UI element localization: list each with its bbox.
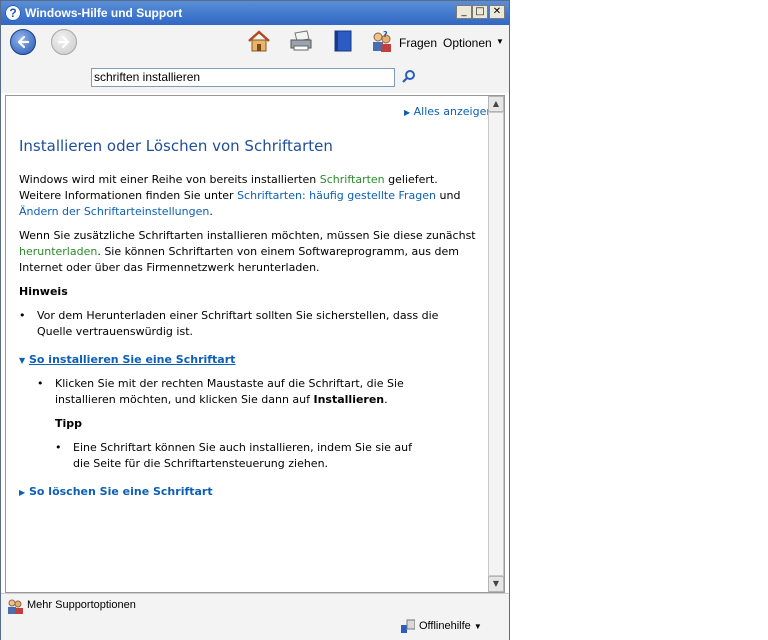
printer-icon[interactable] <box>289 29 313 53</box>
svg-text:?: ? <box>383 30 388 39</box>
vertical-scrollbar[interactable]: ▲ ▼ <box>488 96 504 592</box>
offline-help-icon <box>401 619 415 633</box>
scroll-down-button[interactable]: ▼ <box>488 576 504 592</box>
home-icon[interactable] <box>247 29 271 53</box>
search-input[interactable]: schriften installieren <box>91 68 395 87</box>
options-menu[interactable]: Optionen <box>443 36 492 50</box>
show-all-link[interactable]: ▶ Alles anzeigen <box>404 104 493 121</box>
chevron-right-icon: ▶ <box>19 488 26 497</box>
arrow-left-icon <box>17 35 30 49</box>
fonts-faq-link[interactable]: Schriftarten: häufig gestellte Fragen <box>237 189 436 202</box>
more-support-options-link[interactable]: Mehr Supportoptionen <box>27 599 136 611</box>
install-section-toggle[interactable]: ▼ So installieren Sie eine Schriftart <box>19 352 235 369</box>
bullet-icon: • <box>19 309 26 322</box>
delete-section-toggle[interactable]: ▶ So löschen Sie eine Schriftart <box>19 484 213 501</box>
options-chevron-down-icon[interactable]: ▼ <box>496 37 504 46</box>
change-font-settings-link[interactable]: Ändern der Schriftarteinstellungen <box>19 205 209 218</box>
back-button[interactable] <box>10 29 36 55</box>
scroll-up-button[interactable]: ▲ <box>488 96 504 112</box>
title-bar: ? Windows-Hilfe und Support _ □ ✕ <box>1 1 509 25</box>
ask-menu[interactable]: Fragen <box>399 36 437 50</box>
download-paragraph: Wenn Sie zusätzliche Schriftarten instal… <box>19 229 476 274</box>
maximize-button[interactable]: □ <box>472 5 488 19</box>
article-heading: Installieren oder Löschen von Schriftart… <box>19 137 333 155</box>
search-row: schriften installieren <box>1 63 509 93</box>
scroll-thumb[interactable] <box>488 112 504 576</box>
minimize-button[interactable]: _ <box>456 5 472 19</box>
support-people-icon <box>8 599 23 614</box>
chevron-right-icon: ▶ <box>404 108 411 117</box>
note-heading: Hinweis <box>19 285 68 298</box>
fonts-link[interactable]: Schriftarten <box>320 173 385 186</box>
ask-people-icon[interactable]: ? <box>369 29 393 53</box>
chevron-down-icon: ▼ <box>473 622 482 631</box>
intro-paragraph: Windows wird mit einer Reihe von bereits… <box>19 173 461 218</box>
note-list-item: • Vor dem Herunterladen einer Schriftart… <box>19 309 439 338</box>
close-button[interactable]: ✕ <box>489 5 505 19</box>
help-app-icon: ? <box>5 5 21 21</box>
search-icon[interactable] <box>401 69 417 85</box>
window-title: Windows-Hilfe und Support <box>25 6 183 20</box>
chevron-down-icon: ▼ <box>19 356 26 365</box>
status-bar: Mehr Supportoptionen Offlinehilfe ▼ <box>1 593 509 640</box>
browse-help-book-icon[interactable] <box>331 29 355 53</box>
tip-list-item: • Eine Schriftart können Sie auch instal… <box>55 441 412 470</box>
install-step-item: • Klicken Sie mit der rechten Maustaste … <box>37 377 404 406</box>
bullet-icon: • <box>37 377 44 390</box>
offline-help-button[interactable]: Offlinehilfe ▼ <box>419 620 482 632</box>
download-link[interactable]: herunterladen <box>19 245 97 258</box>
help-window: ? Windows-Hilfe und Support _ □ ✕ ? Frag… <box>0 0 510 640</box>
tip-heading: Tipp <box>55 417 83 430</box>
forward-button[interactable] <box>51 29 77 55</box>
toolbar: ? Fragen Optionen ▼ <box>1 25 509 63</box>
help-content-pane: ▶ Alles anzeigen Installieren oder Lösch… <box>5 95 505 593</box>
bullet-icon: • <box>55 441 62 454</box>
arrow-right-icon <box>57 35 70 49</box>
